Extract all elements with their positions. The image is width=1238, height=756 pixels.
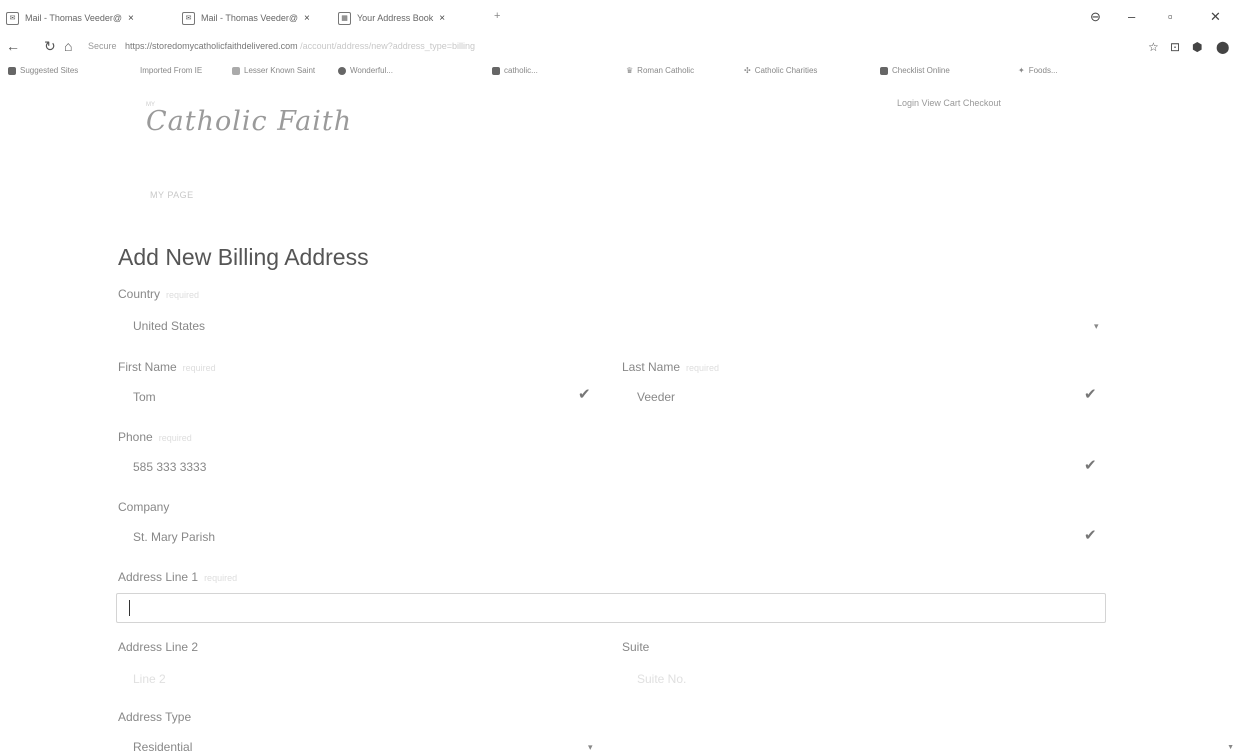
page-title: Add New Billing Address (118, 244, 369, 270)
tab-label: Mail - Thomas Veeder@ (25, 13, 123, 23)
text-cursor (129, 600, 130, 616)
header-links[interactable]: Login View Cart Checkout (897, 98, 1001, 108)
url-text: https://storedomycatholicfaithdelivered.… (125, 41, 298, 51)
envelope-icon: ✉ (182, 11, 195, 25)
bookmark-item[interactable]: Wonderful... (338, 66, 393, 75)
first-name-field[interactable]: Tom (133, 390, 156, 404)
phone-label: Phone required (118, 430, 192, 444)
address-line-2-field[interactable]: Line 2 (133, 672, 166, 686)
bookmark-item[interactable]: Lesser Known Saint (232, 66, 315, 75)
address-type-select[interactable]: Residential (133, 740, 192, 754)
bookmark-item[interactable]: Suggested Sites (8, 66, 78, 75)
back-link[interactable]: MY PAGE (150, 190, 194, 200)
checkmark-icon: ✔ (1084, 386, 1097, 403)
scroll-down-icon[interactable]: ▼ (1227, 744, 1234, 751)
page-icon (232, 66, 240, 75)
url-path: /account/address/new?address_type=billin… (300, 41, 476, 51)
address-line-1-label: Address Line 1 required (118, 570, 238, 584)
address-line-1-field[interactable] (116, 593, 1106, 623)
globe-icon (338, 66, 346, 75)
bookmark-item[interactable]: ✦ Foods... (1018, 66, 1058, 75)
bookmark-item[interactable]: catholic... (492, 66, 538, 75)
browser-tab-bar: ✉ Mail - Thomas Veeder@ × ✉ Mail - Thoma… (0, 0, 1238, 34)
bookmark-item[interactable]: ♛ Roman Catholic (626, 66, 694, 75)
company-label: Company (118, 500, 170, 514)
browser-tab-active[interactable]: ▦ Your Address Book × (338, 10, 445, 26)
suite-field[interactable]: Suite No. (637, 672, 686, 686)
minimize-icon[interactable]: – (1128, 9, 1135, 24)
bookmark-item[interactable]: Checklist Online (880, 66, 950, 75)
address-line-2-label: Address Line 2 (118, 640, 199, 654)
tab-label: Mail - Thomas Veeder@ (201, 13, 299, 23)
tab-label: Your Address Book (357, 13, 434, 23)
first-name-label: First Name required (118, 360, 216, 374)
new-tab-button[interactable]: + (494, 10, 500, 22)
checkmark-icon: ✔ (1084, 527, 1097, 544)
dropdown-caret-icon[interactable]: ▾ (1094, 321, 1099, 332)
dropdown-caret-icon[interactable]: ▾ (588, 742, 593, 753)
url-field[interactable]: Secure https://storedomycatholicfaithdel… (88, 41, 475, 51)
company-field[interactable]: St. Mary Parish (133, 530, 215, 544)
address-type-label: Address Type (118, 710, 192, 724)
last-name-label: Last Name required (622, 360, 720, 374)
site-logo[interactable]: Catholic Faith (146, 106, 352, 137)
back-arrow-icon[interactable]: ← (6, 38, 20, 54)
bookmark-icon: ♛ (626, 66, 634, 75)
phone-field[interactable]: 585 333 3333 (133, 460, 206, 474)
close-icon[interactable]: × (439, 13, 445, 24)
profile-icon[interactable]: ⊖ (1090, 9, 1101, 25)
last-name-field[interactable]: Veeder (637, 390, 675, 404)
star-icon[interactable]: ☆ (1148, 40, 1159, 54)
envelope-icon: ✉ (6, 11, 19, 25)
bookmark-icon (492, 66, 500, 75)
shield-icon[interactable]: ⬢ (1192, 40, 1202, 54)
close-icon[interactable]: × (128, 13, 134, 24)
checkmark-icon: ✔ (578, 386, 591, 403)
close-icon[interactable]: × (304, 13, 310, 24)
close-window-icon[interactable]: ✕ (1210, 9, 1221, 25)
extension-icon[interactable]: ⊡ (1170, 40, 1180, 54)
checklist-icon (880, 66, 888, 75)
browser-tab[interactable]: ✉ Mail - Thomas Veeder@ × (6, 10, 134, 26)
checkmark-icon: ✔ (1084, 457, 1097, 474)
bookmark-item[interactable]: ✣ Catholic Charities (744, 66, 817, 75)
maximize-icon[interactable]: ▫ (1168, 9, 1173, 24)
bookmark-icon: ✦ (1018, 66, 1025, 75)
apps-icon (8, 66, 16, 75)
country-select[interactable]: United States (133, 319, 205, 333)
home-icon[interactable]: ⌂ (64, 38, 72, 54)
bookmark-item[interactable]: Imported From IE (140, 66, 202, 75)
secure-label: Secure (88, 41, 117, 51)
reload-icon[interactable]: ↻ (44, 38, 56, 55)
menu-icon[interactable]: ⬤ (1216, 40, 1229, 54)
bookmark-icon: ✣ (744, 66, 751, 75)
browser-tab[interactable]: ✉ Mail - Thomas Veeder@ × (182, 10, 310, 26)
suite-label: Suite (622, 640, 650, 654)
country-label: Country required (118, 287, 200, 301)
grid-icon: ▦ (338, 11, 351, 25)
